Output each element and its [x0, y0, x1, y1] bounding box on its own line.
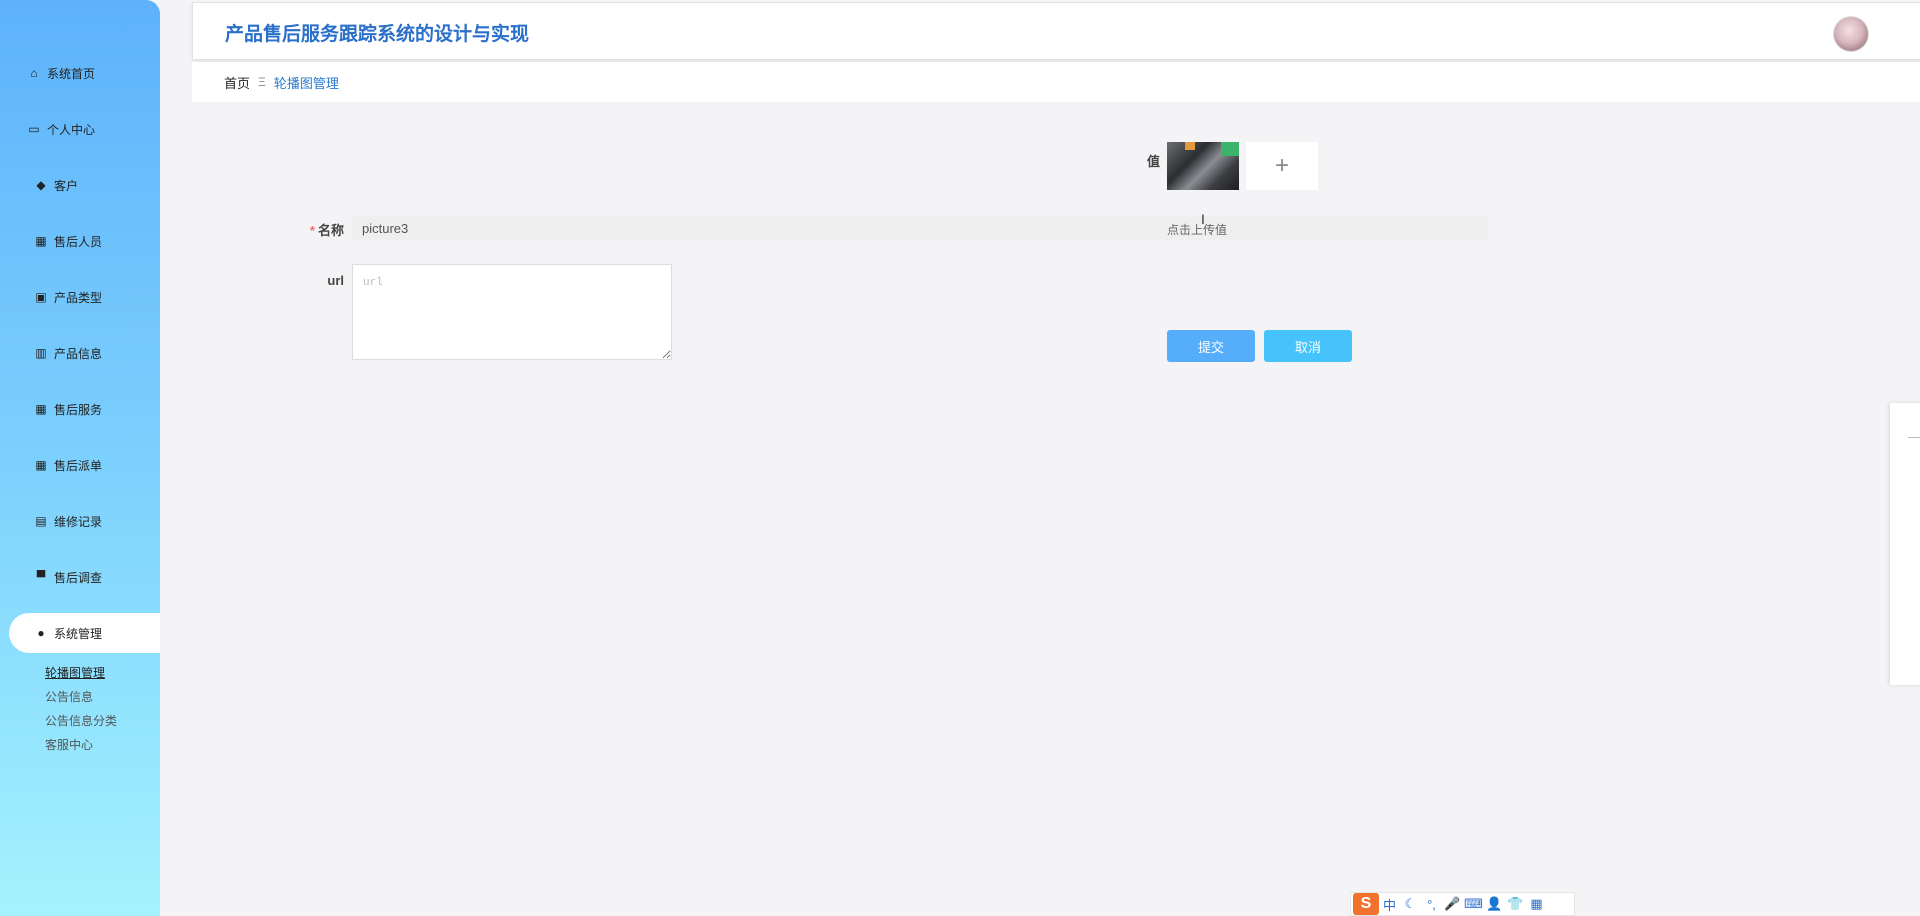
- breadcrumb-separator-icon: Ξ: [258, 75, 266, 89]
- sidebar-item-after-sales-service[interactable]: ▦ 售后服务: [0, 389, 160, 429]
- sidebar-item-label: 售后服务: [54, 402, 103, 417]
- submenu-item-carousel[interactable]: 轮播图管理: [45, 661, 117, 685]
- submit-button[interactable]: 提交: [1167, 330, 1255, 362]
- system-submenu: 轮播图管理 公告信息 公告信息分类 客服中心: [45, 661, 117, 757]
- grid-icon: ▦: [35, 402, 47, 416]
- submenu-item-customer-service[interactable]: 客服中心: [45, 733, 117, 757]
- home-icon: ⌂: [30, 66, 38, 80]
- plus-icon: +: [1274, 152, 1289, 179]
- sidebar-item-label: 客户: [54, 178, 79, 193]
- chinese-mode-icon[interactable]: 中: [1379, 895, 1400, 914]
- upload-hint: 点击上传值: [1167, 223, 1228, 237]
- url-textarea[interactable]: [352, 264, 672, 360]
- panel-handle-icon: [1908, 437, 1920, 438]
- clipboard-icon: ▣: [35, 290, 47, 304]
- breadcrumb: 首页 Ξ 轮播图管理: [192, 62, 1920, 102]
- monitor-icon: ▀: [36, 570, 46, 584]
- sidebar: ⌂ 系统首页 ▭ 个人中心 ◆ 客户 ▦ 售后人员 ▣ 产品类型 ▥ 产品信息 …: [0, 0, 160, 916]
- user-icon[interactable]: 👤: [1484, 896, 1505, 912]
- sidebar-item-product-info[interactable]: ▥ 产品信息: [0, 333, 160, 373]
- sidebar-item-label: 售后人员: [54, 234, 103, 249]
- user-icon: ●: [37, 626, 45, 640]
- apps-icon[interactable]: ▦: [1526, 896, 1547, 912]
- books-icon: ▥: [35, 346, 47, 360]
- sidebar-item-label: 产品类型: [54, 290, 103, 305]
- avatar[interactable]: [1833, 16, 1869, 52]
- sidebar-item-label: 售后派单: [54, 458, 103, 473]
- chart-icon: ▤: [35, 514, 47, 528]
- name-label-text: 名称: [317, 223, 344, 238]
- side-floating-panel[interactable]: [1890, 403, 1920, 685]
- url-label: url: [327, 273, 344, 288]
- sidebar-item-survey[interactable]: ▀ 售后调查: [0, 557, 160, 597]
- thumbnail-detail: [1185, 142, 1195, 150]
- upload-button[interactable]: +: [1246, 142, 1318, 190]
- uploaded-image-thumbnail[interactable]: [1167, 142, 1239, 190]
- sidebar-item-label: 维修记录: [54, 514, 103, 529]
- sogou-logo-icon[interactable]: S: [1353, 893, 1379, 915]
- sidebar-item-personal-center[interactable]: ▭ 个人中心: [0, 109, 160, 149]
- value-label: 值: [1146, 154, 1160, 169]
- skin-icon[interactable]: 👕: [1505, 896, 1526, 912]
- sidebar-item-product-type[interactable]: ▣ 产品类型: [0, 277, 160, 317]
- thumbnail-detail: [1221, 142, 1239, 156]
- required-mark: *: [309, 223, 315, 238]
- sidebar-item-service-staff[interactable]: ▦ 售后人员: [0, 221, 160, 261]
- name-label: * 名称: [300, 220, 344, 239]
- sidebar-item-label: 个人中心: [47, 122, 96, 137]
- sidebar-item-home[interactable]: ⌂ 系统首页: [0, 53, 160, 93]
- sidebar-item-customer[interactable]: ◆ 客户: [0, 165, 160, 205]
- moon-icon[interactable]: ☾: [1400, 896, 1421, 912]
- sidebar-item-repair-records[interactable]: ▤ 维修记录: [0, 501, 160, 541]
- ime-toolbar: S 中 ☾ °, 🎤 ⌨ 👤 👕 ▦: [1350, 892, 1575, 916]
- submenu-item-notice[interactable]: 公告信息: [45, 685, 117, 709]
- sidebar-item-label: 系统首页: [47, 66, 96, 81]
- text-cursor-icon: I: [1201, 211, 1205, 227]
- sidebar-item-label: 系统管理: [54, 626, 103, 641]
- grid-icon: ▦: [35, 458, 47, 472]
- grid-icon: ▦: [35, 234, 47, 248]
- customer-icon: ◆: [36, 178, 46, 192]
- top-header: 产品售后服务跟踪系统的设计与实现: [192, 2, 1920, 60]
- cancel-button[interactable]: 取消: [1264, 330, 1352, 362]
- breadcrumb-home[interactable]: 首页: [224, 73, 250, 92]
- keyboard-icon[interactable]: ⌨: [1463, 896, 1484, 912]
- sidebar-item-label: 售后调查: [54, 570, 103, 585]
- microphone-icon[interactable]: 🎤: [1442, 896, 1463, 912]
- name-input[interactable]: [352, 216, 1488, 240]
- sidebar-item-system-management[interactable]: ● 系统管理: [9, 613, 160, 653]
- card-icon: ▭: [28, 122, 40, 136]
- submenu-item-notice-category[interactable]: 公告信息分类: [45, 709, 117, 733]
- breadcrumb-current: 轮播图管理: [273, 75, 339, 91]
- sidebar-item-dispatch[interactable]: ▦ 售后派单: [0, 445, 160, 485]
- app-title: 产品售后服务跟踪系统的设计与实现: [225, 24, 530, 45]
- sidebar-item-label: 产品信息: [54, 346, 103, 361]
- punctuation-icon[interactable]: °,: [1421, 897, 1442, 912]
